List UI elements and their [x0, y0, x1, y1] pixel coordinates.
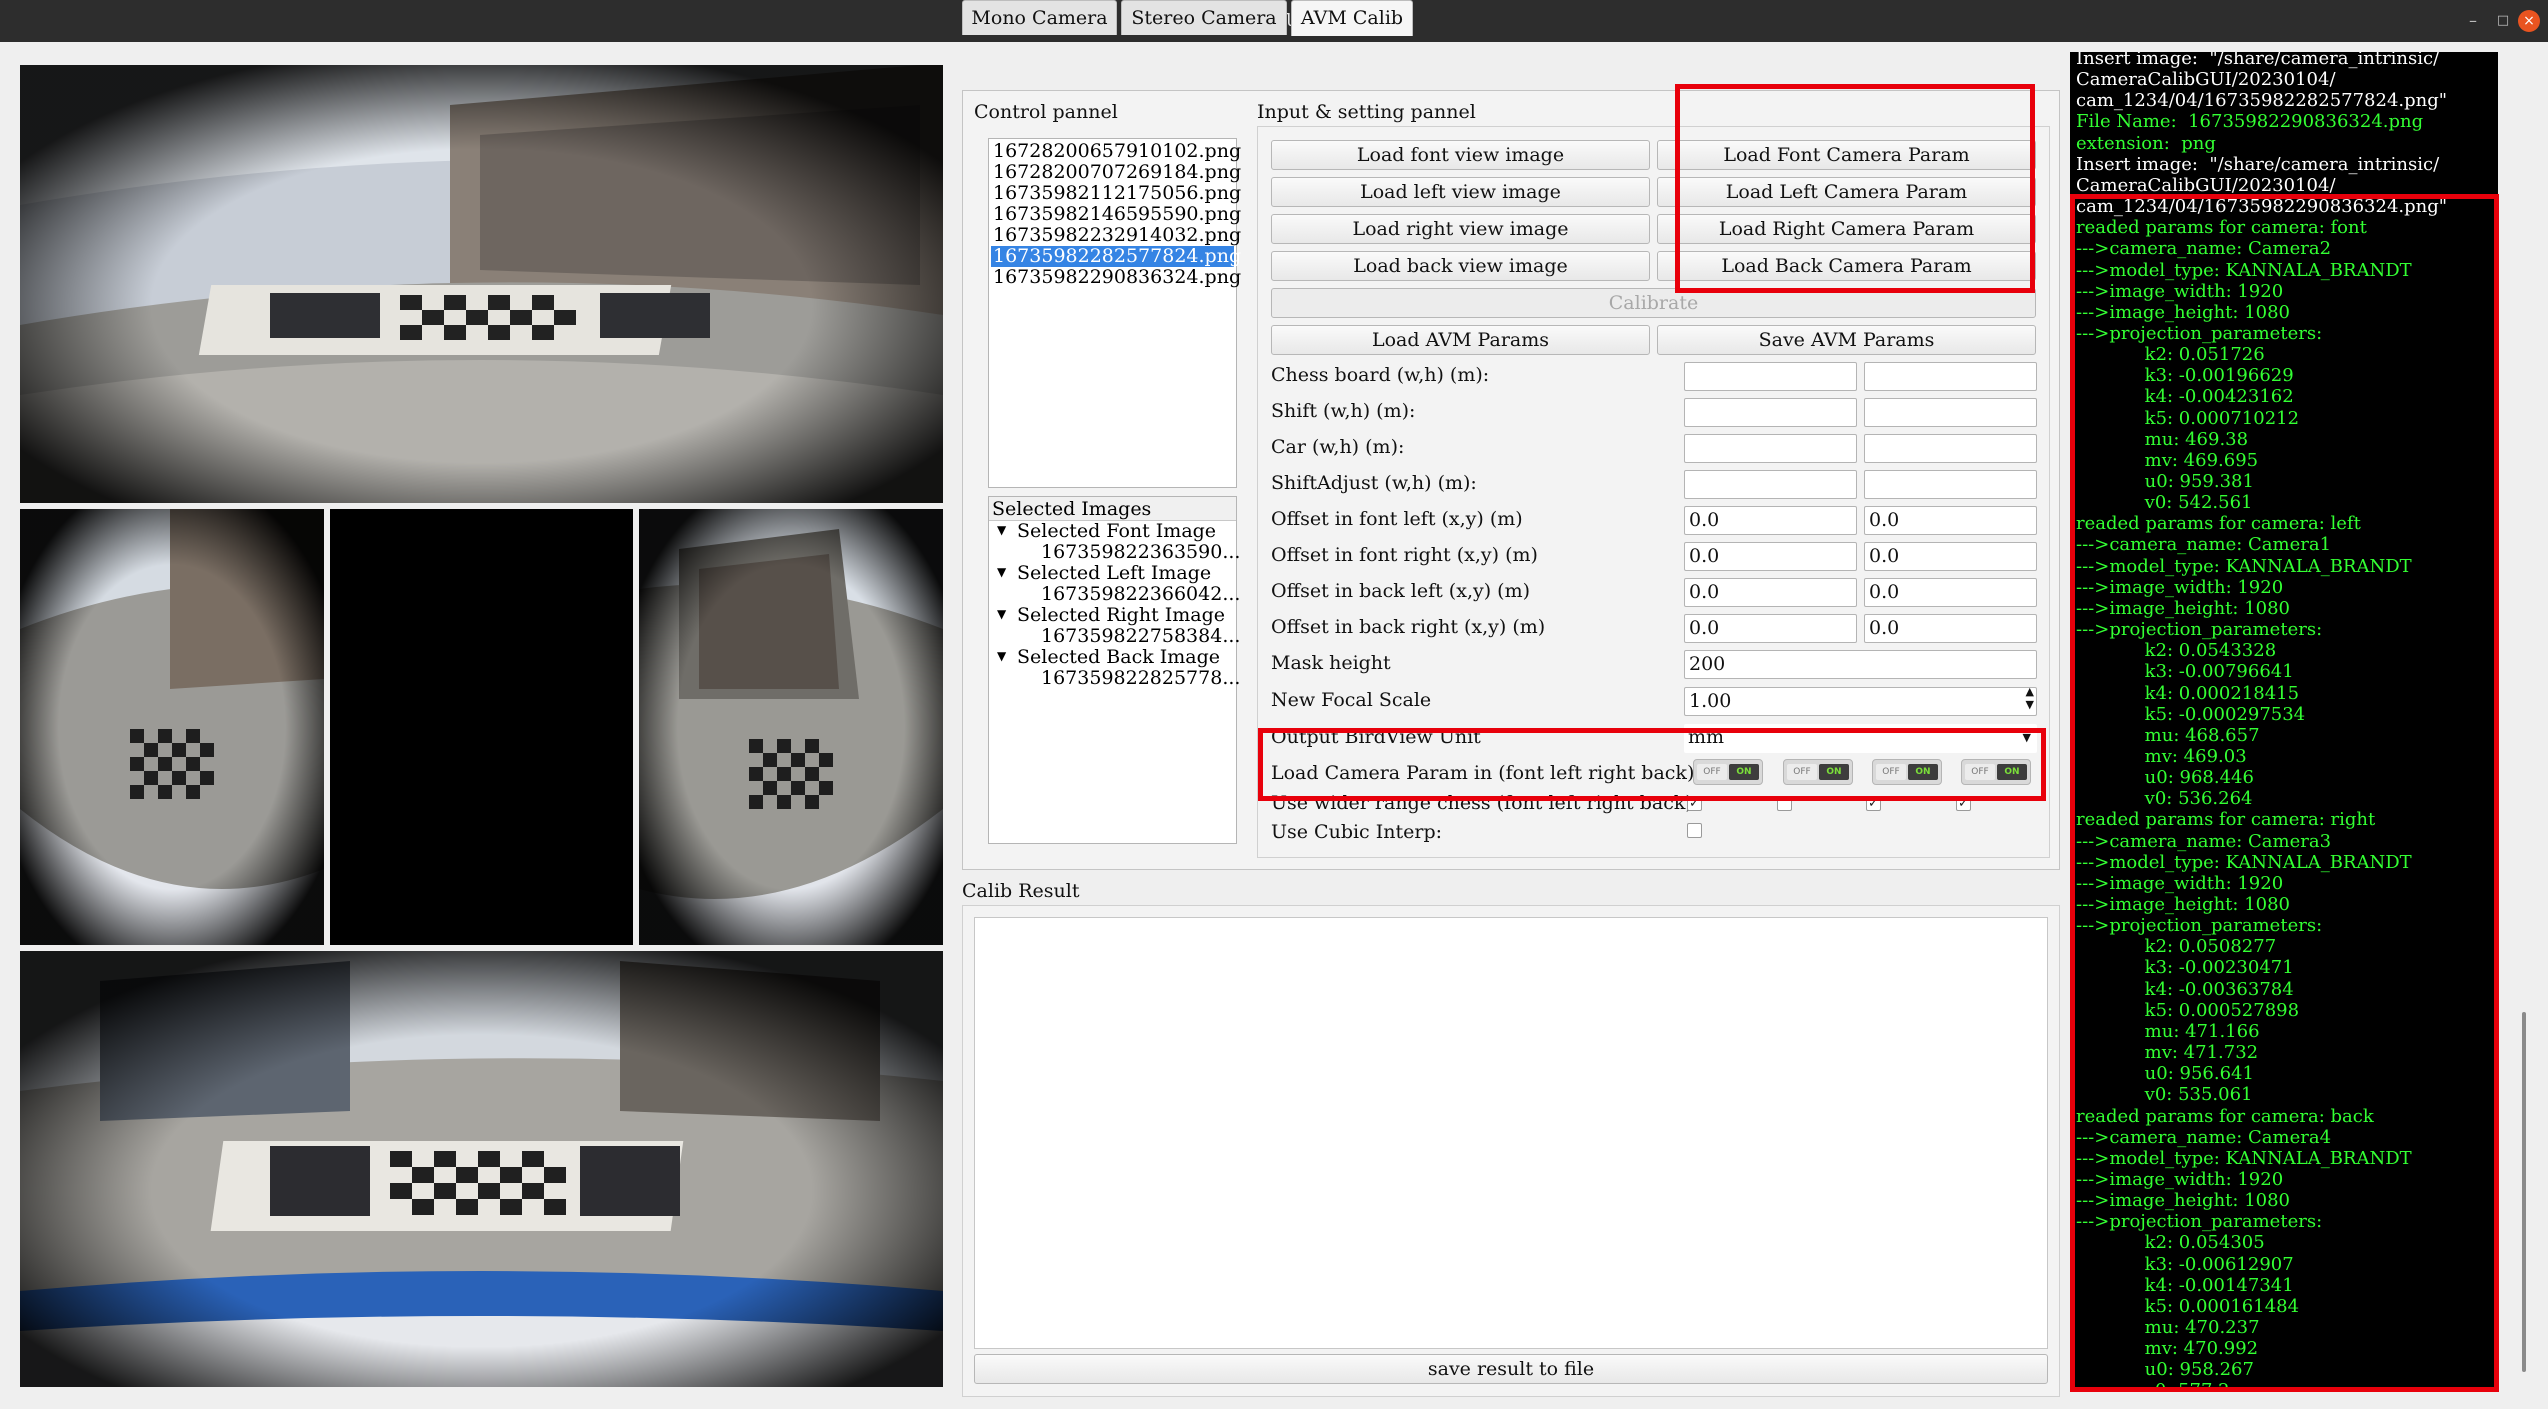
highlight-box-param-toggles: [1258, 728, 2046, 801]
shift-w-input[interactable]: [1684, 398, 1857, 427]
offset-font-left-x-input[interactable]: 0.0: [1684, 506, 1857, 535]
shift-adjust-w-input[interactable]: [1684, 470, 1857, 499]
list-item[interactable]: 16735982232914032.png: [991, 225, 1241, 246]
expand-arrow-icon[interactable]: ▼: [997, 607, 1006, 621]
tree-item-font[interactable]: Selected Font Image: [1015, 521, 1216, 542]
chess-board-w-input[interactable]: [1684, 362, 1857, 391]
offset-font-right-label: Offset in font right (x,y) (m): [1271, 544, 1538, 566]
offset-back-right-label: Offset in back right (x,y) (m): [1271, 616, 1546, 638]
offset-font-right-x-input[interactable]: 0.0: [1684, 542, 1857, 571]
save-avm-params-button[interactable]: Save AVM Params: [1657, 325, 2036, 355]
scrollbar-thumb[interactable]: [2522, 1012, 2526, 1372]
focal-scale-spinbox[interactable]: 1.00 ▲ ▼: [1684, 685, 2037, 716]
car-w-input[interactable]: [1684, 434, 1857, 463]
list-item[interactable]: 16735982146595590.png: [991, 204, 1241, 225]
console-line: extension: png: [2076, 132, 2216, 154]
console-line: CameraCalibGUI/20230104/: [2076, 69, 2336, 91]
control-panel-title: Control pannel: [974, 101, 1118, 123]
tree-child[interactable]: 167359822366042...: [1039, 584, 1240, 605]
offset-font-left-label: Offset in font left (x,y) (m): [1271, 508, 1523, 530]
tab-avm-calib[interactable]: AVM Calib: [1291, 0, 1413, 36]
offset-back-right-y-input[interactable]: 0.0: [1864, 614, 2037, 643]
offset-font-left-y-input[interactable]: 0.0: [1864, 506, 2037, 535]
tree-item-left[interactable]: Selected Left Image: [1015, 563, 1211, 584]
maximize-button[interactable]: □: [2492, 10, 2514, 32]
load-right-view-button[interactable]: Load right view image: [1271, 214, 1650, 244]
cubic-interp-checkbox[interactable]: [1687, 823, 1702, 838]
list-item[interactable]: 16735982290836324.png: [991, 267, 1241, 288]
load-back-view-button[interactable]: Load back view image: [1271, 251, 1650, 281]
empty-view-image: [330, 509, 633, 945]
focal-scale-label: New Focal Scale: [1271, 689, 1432, 711]
console-line: CameraCalibGUI/20230104/: [2076, 174, 2336, 196]
tree-child[interactable]: 167359822758384...: [1039, 626, 1240, 647]
file-list[interactable]: 16728200657910102.png 16728200707269184.…: [988, 138, 1241, 488]
chess-board-h-input[interactable]: [1864, 362, 2037, 391]
highlight-box-load-params: [1675, 84, 2035, 293]
list-item-selected[interactable]: 16735982282577824.png: [991, 246, 1241, 267]
right-view-image: [639, 509, 943, 945]
car-label: Car (w,h) (m):: [1271, 436, 1405, 458]
expand-arrow-icon[interactable]: ▼: [997, 565, 1006, 579]
offset-back-left-x-input[interactable]: 0.0: [1684, 578, 1857, 607]
console-line: File Name: 16735982290836324.png: [2076, 111, 2424, 133]
load-avm-params-button[interactable]: Load AVM Params: [1271, 325, 1650, 355]
console-line: cam_1234/04/16735982282577824.png": [2076, 90, 2448, 112]
list-item[interactable]: 16735982112175056.png: [991, 183, 1241, 204]
list-item[interactable]: 16728200657910102.png: [991, 141, 1241, 162]
tree-item-right[interactable]: Selected Right Image: [1015, 605, 1225, 626]
shift-h-input[interactable]: [1864, 398, 2037, 427]
cubic-interp-label: Use Cubic Interp:: [1271, 821, 1443, 843]
shift-label: Shift (w,h) (m):: [1271, 400, 1416, 422]
tab-mono-camera[interactable]: Mono Camera: [962, 0, 1117, 35]
mask-height-input[interactable]: 200: [1684, 650, 2037, 679]
load-font-view-button[interactable]: Load font view image: [1271, 140, 1650, 170]
left-view-image: [20, 509, 324, 945]
offset-back-left-y-input[interactable]: 0.0: [1864, 578, 2037, 607]
front-view-image: [20, 65, 943, 503]
close-button[interactable]: ×: [2518, 10, 2540, 32]
offset-back-right-x-input[interactable]: 0.0: [1684, 614, 1857, 643]
calib-result-title: Calib Result: [962, 880, 1080, 902]
offset-back-left-label: Offset in back left (x,y) (m): [1271, 580, 1531, 602]
console-line: Insert image: "/share/camera_intrinsic/: [2076, 153, 2440, 175]
back-view-image: [20, 951, 943, 1387]
tab-stereo-camera[interactable]: Stereo Camera: [1121, 0, 1287, 35]
highlight-box-console: [2070, 194, 2499, 1392]
shift-adjust-h-input[interactable]: [1864, 470, 2037, 499]
minimize-button[interactable]: –: [2462, 10, 2484, 32]
save-result-button[interactable]: save result to file: [974, 1354, 2048, 1384]
mask-height-label: Mask height: [1271, 652, 1391, 674]
load-left-view-button[interactable]: Load left view image: [1271, 177, 1650, 207]
focal-scale-value: 1.00: [1689, 690, 1732, 712]
list-item[interactable]: 16728200707269184.png: [991, 162, 1241, 183]
selected-images-header: Selected Images: [989, 497, 1236, 521]
calib-result-output[interactable]: [974, 917, 2048, 1349]
tree-child[interactable]: 167359822825778...: [1039, 668, 1240, 689]
console-scrollbar[interactable]: [2510, 52, 2538, 1392]
tree-child[interactable]: 167359822363590...: [1039, 542, 1240, 563]
shift-adjust-label: ShiftAdjust (w,h) (m):: [1271, 472, 1477, 494]
spin-arrows-icon[interactable]: ▲ ▼: [2026, 685, 2034, 711]
expand-arrow-icon[interactable]: ▼: [997, 523, 1006, 537]
offset-font-right-y-input[interactable]: 0.0: [1864, 542, 2037, 571]
console-line: Insert image: "/share/camera_intrinsic/: [2076, 52, 2440, 69]
tree-item-back[interactable]: Selected Back Image: [1015, 647, 1220, 668]
chess-board-label: Chess board (w,h) (m):: [1271, 364, 1490, 386]
expand-arrow-icon[interactable]: ▼: [997, 649, 1006, 663]
input-panel-title: Input & setting pannel: [1257, 101, 1476, 123]
selected-images-tree[interactable]: Selected Images ▼ Selected Font Image 16…: [988, 496, 1240, 844]
car-h-input[interactable]: [1864, 434, 2037, 463]
